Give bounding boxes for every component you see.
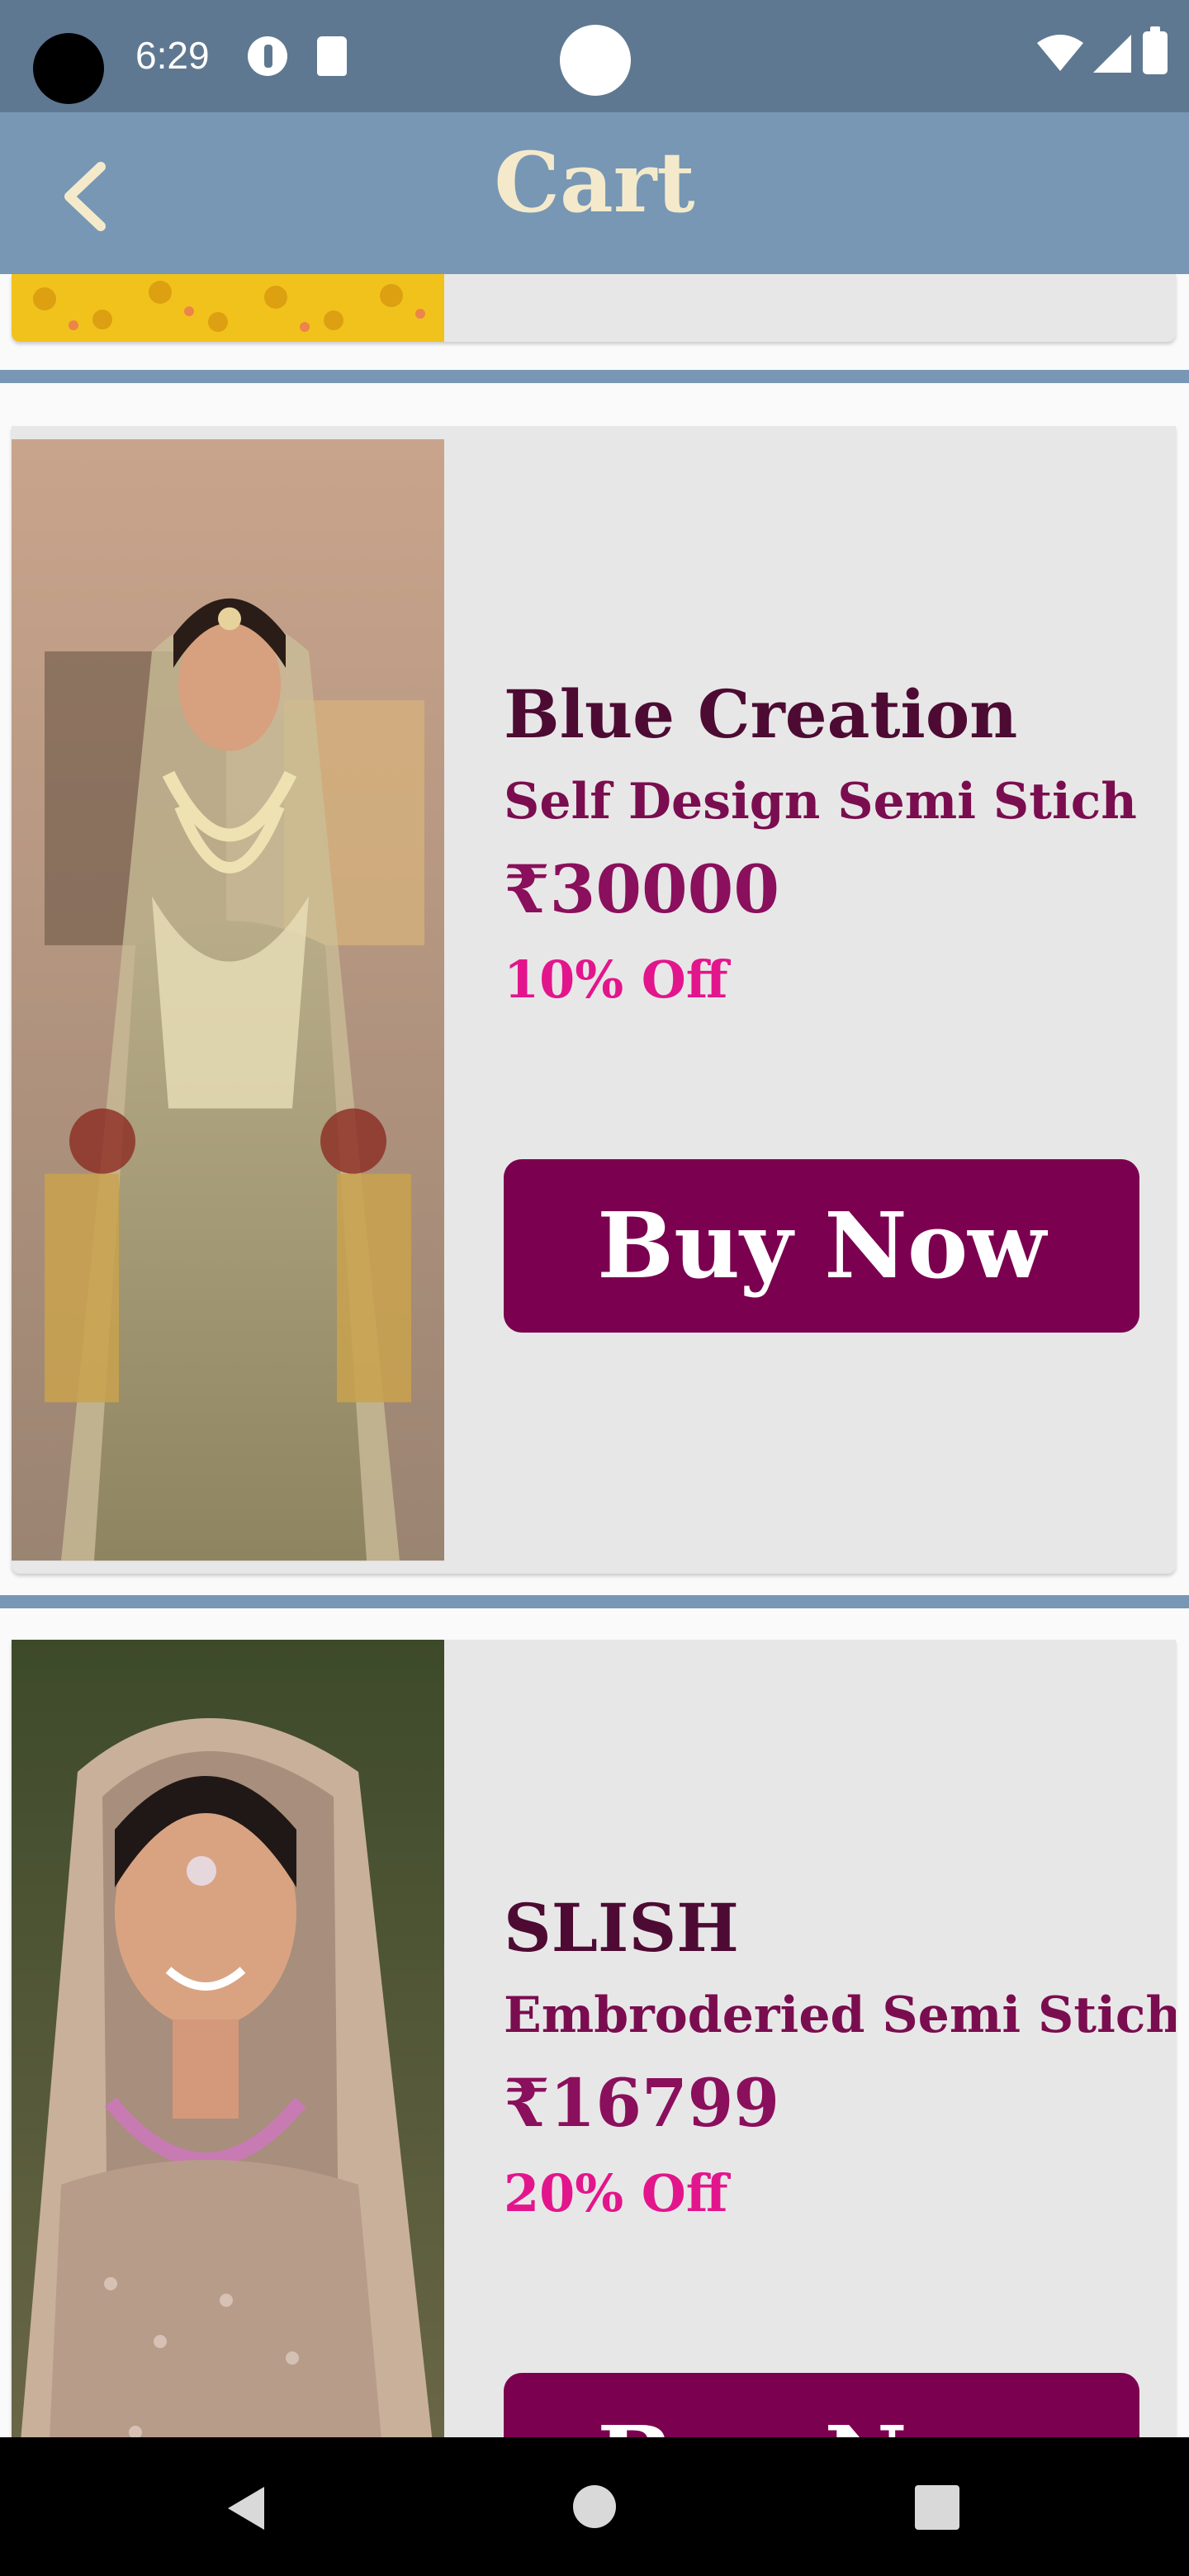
item-info: Blue Creation Self Design Semi Stich ₹30… bbox=[504, 675, 1137, 1010]
item-info: SLISH Embroderied Semi Stich ₹16799 20% … bbox=[504, 1889, 1176, 2223]
battery-icon bbox=[1143, 26, 1168, 74]
item-description: Embroderied Semi Stich bbox=[504, 1986, 1176, 2044]
front-camera-icon bbox=[560, 25, 631, 96]
status-bar: 6:29 bbox=[0, 0, 1189, 112]
notification-icon bbox=[248, 36, 287, 76]
cart-item-card: Blue Creation Self Design Semi Stich ₹30… bbox=[12, 426, 1176, 1574]
product-image bbox=[12, 1640, 444, 2437]
item-divider bbox=[0, 1595, 1189, 1608]
item-brand: Blue Creation bbox=[504, 675, 1018, 753]
home-circle-icon[interactable] bbox=[573, 2485, 616, 2528]
item-price: ₹16799 bbox=[504, 2064, 779, 2142]
buy-now-button[interactable]: Buy Now bbox=[504, 2373, 1139, 2437]
back-triangle-icon[interactable] bbox=[223, 2484, 272, 2533]
item-divider bbox=[0, 370, 1189, 383]
cell-signal-icon bbox=[1093, 35, 1131, 73]
item-brand: SLISH bbox=[504, 1889, 739, 1967]
item-discount: 10% Off bbox=[504, 949, 728, 1010]
camera-cutout bbox=[33, 33, 104, 104]
cart-item-card: SLISH Embroderied Semi Stich ₹16799 20% … bbox=[12, 1640, 1176, 2437]
item-description: Self Design Semi Stich bbox=[504, 773, 1137, 831]
app-bar: Cart bbox=[0, 112, 1189, 274]
page-title: Cart bbox=[494, 134, 695, 231]
navigation-bar bbox=[0, 2437, 1189, 2576]
cart-list[interactable]: Blue Creation Self Design Semi Stich ₹30… bbox=[0, 274, 1189, 2437]
item-discount: 20% Off bbox=[504, 2163, 728, 2223]
product-image bbox=[12, 439, 444, 1561]
wifi-icon bbox=[1037, 35, 1083, 71]
item-price: ₹30000 bbox=[504, 850, 779, 928]
sd-card-icon bbox=[317, 36, 347, 76]
status-time: 6:29 bbox=[135, 34, 210, 77]
recents-square-icon[interactable] bbox=[915, 2485, 959, 2530]
cart-item-card bbox=[12, 274, 1176, 342]
buy-now-button[interactable]: Buy Now bbox=[504, 1159, 1139, 1333]
product-image bbox=[12, 274, 444, 342]
